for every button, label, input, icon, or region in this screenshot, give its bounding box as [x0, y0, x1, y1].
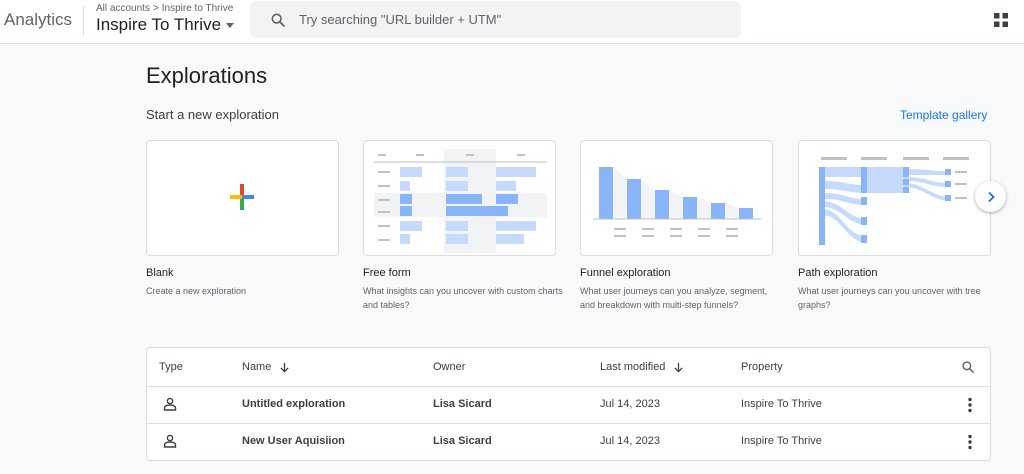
template-card-funnel[interactable] [580, 140, 773, 256]
person-icon [163, 434, 177, 448]
funnel-chart-illustration [593, 167, 761, 237]
search-input[interactable] [299, 12, 719, 27]
chevron-right-icon [987, 191, 995, 202]
cell-owner: Lisa Sicard [433, 398, 492, 410]
column-label-last-modified: Last modified [600, 361, 666, 373]
column-header-last-modified[interactable]: Last modified [600, 361, 684, 373]
template-desc-funnel: What user journeys can you analyze, segm… [580, 286, 768, 310]
page-title: Explorations [146, 63, 268, 88]
plus-icon [230, 184, 254, 210]
table-row[interactable]: New User Aquisiion Lisa Sicard Jul 14, 2… [147, 423, 990, 460]
arrow-down-icon [280, 362, 289, 373]
template-title-path: Path exploration [798, 267, 878, 279]
header-divider [83, 6, 84, 36]
template-card-free-form[interactable] [363, 140, 556, 256]
template-desc-path: What user journeys can you uncover with … [798, 286, 981, 310]
property-selector[interactable]: Inspire To Thrive [96, 15, 235, 35]
breadcrumb-all-accounts[interactable]: All accounts [96, 3, 150, 14]
search-bar[interactable] [250, 1, 741, 38]
template-desc-free-form: What insights can you uncover with custo… [363, 286, 563, 310]
cell-property: Inspire To Thrive [741, 435, 822, 447]
apps-grid-icon[interactable] [993, 12, 1009, 28]
search-icon [271, 13, 285, 27]
template-desc-blank: Create a new exploration [146, 286, 247, 296]
column-header-name[interactable]: Name [242, 361, 290, 373]
cell-last-modified: Jul 14, 2023 [600, 398, 660, 410]
app-brand[interactable]: Analytics [4, 10, 72, 30]
top-bar: Analytics All accounts > Inspire to Thrive… [0, 0, 1024, 44]
free-form-table-illustration [374, 149, 547, 253]
more-vert-icon[interactable] [966, 434, 974, 450]
cell-last-modified: Jul 14, 2023 [600, 435, 660, 447]
cell-property: Inspire To Thrive [741, 398, 822, 410]
person-icon [163, 397, 177, 411]
more-vert-icon[interactable] [966, 397, 974, 413]
column-label-property: Property [741, 361, 783, 373]
column-header-property[interactable]: Property [741, 361, 783, 373]
cell-name[interactable]: Untitled exploration [242, 398, 345, 410]
column-label-owner: Owner [433, 361, 466, 373]
cell-owner: Lisa Sicard [433, 435, 492, 447]
template-title-free-form: Free form [363, 267, 411, 279]
breadcrumb-account[interactable]: Inspire to Thrive [162, 3, 234, 14]
column-label-name: Name [242, 361, 272, 373]
path-tree-illustration [819, 157, 969, 245]
search-icon[interactable] [961, 360, 975, 374]
table-row[interactable]: Untitled exploration Lisa Sicard Jul 14,… [147, 386, 990, 423]
next-templates-button[interactable] [975, 181, 1006, 212]
property-name: Inspire To Thrive [96, 15, 222, 34]
explorations-table: Type Name Owner Last modified Property U… [146, 347, 991, 461]
template-title-funnel: Funnel exploration [580, 267, 671, 279]
column-header-type[interactable]: Type [159, 361, 183, 373]
template-gallery-link[interactable]: Template gallery [900, 108, 987, 122]
section-title: Start a new exploration [146, 107, 279, 122]
caret-down-icon [226, 22, 235, 28]
breadcrumb-separator: > [152, 3, 159, 14]
cell-name[interactable]: New User Aquisiion [242, 435, 345, 447]
template-card-blank[interactable] [146, 140, 339, 256]
column-header-owner[interactable]: Owner [433, 361, 465, 373]
arrow-down-icon [674, 362, 684, 373]
breadcrumb: All accounts > Inspire to Thrive [96, 3, 233, 14]
column-label-type: Type [159, 361, 183, 373]
template-card-path[interactable] [798, 140, 991, 256]
template-title-blank: Blank [146, 267, 174, 279]
